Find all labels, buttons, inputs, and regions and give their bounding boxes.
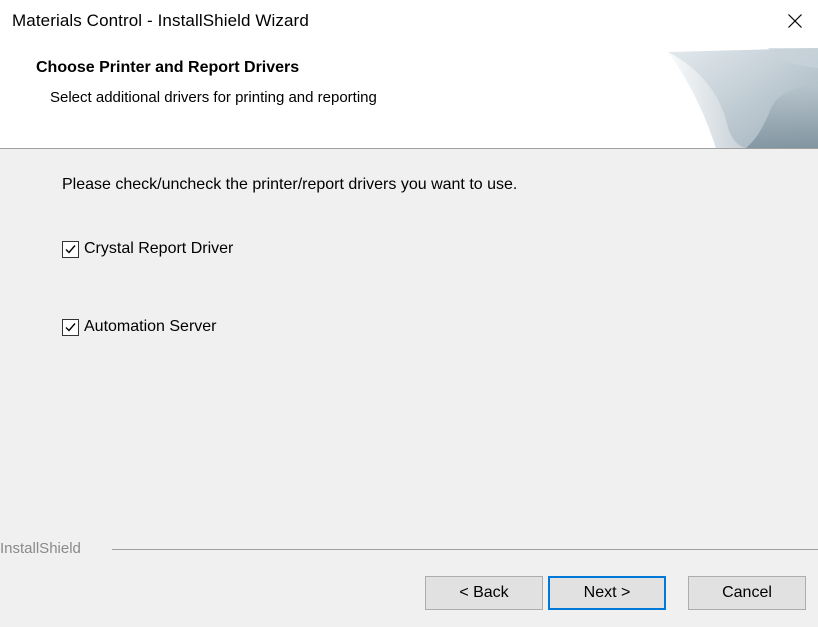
automation-server-checkbox[interactable] (62, 318, 79, 336)
checkmark-icon (65, 322, 76, 332)
crystal-report-driver-checkbox[interactable] (62, 240, 79, 258)
window-title: Materials Control - InstallShield Wizard (12, 11, 309, 30)
content-area: Please check/uncheck the printer/report … (0, 149, 818, 529)
checkmark-icon (65, 244, 76, 254)
header-banner: Choose Printer and Report Drivers Select… (0, 42, 818, 149)
next-button[interactable]: Next > (548, 576, 666, 610)
page-title: Choose Printer and Report Drivers (36, 59, 300, 76)
page-subtitle: Select additional drivers for printing a… (50, 89, 377, 106)
automation-server-label: Automation Server (84, 318, 217, 335)
back-button[interactable]: < Back (425, 576, 543, 610)
crystal-report-driver-option[interactable]: Crystal Report Driver (62, 240, 233, 258)
close-button[interactable] (772, 0, 818, 42)
title-bar: Materials Control - InstallShield Wizard (0, 0, 818, 42)
automation-server-option[interactable]: Automation Server (62, 318, 217, 336)
crystal-report-driver-label: Crystal Report Driver (84, 240, 234, 257)
installshield-brand: InstallShield (0, 540, 89, 557)
close-icon (788, 14, 802, 28)
footer-divider (112, 549, 818, 550)
page-curl-graphic (668, 48, 818, 148)
cancel-button[interactable]: Cancel (688, 576, 806, 610)
instruction-text: Please check/uncheck the printer/report … (62, 176, 518, 193)
